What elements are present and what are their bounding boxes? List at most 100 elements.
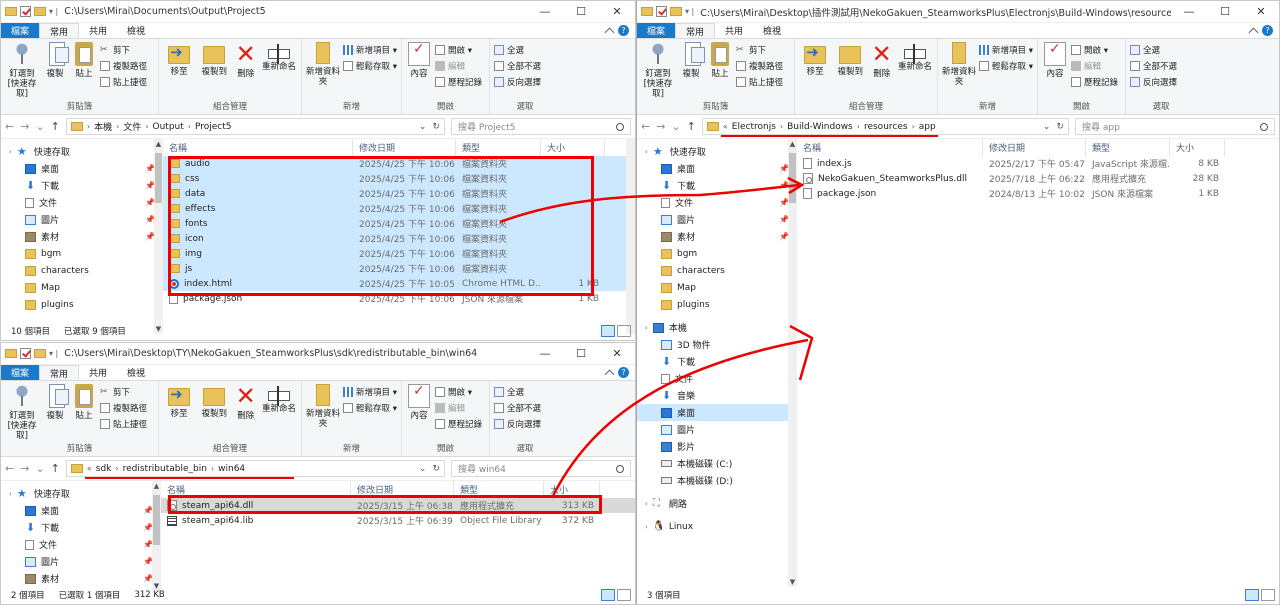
expand-chevron-icon[interactable]: › (9, 148, 12, 156)
select-all-button[interactable]: 全選 (1130, 44, 1177, 56)
tab-file[interactable]: 檔案 (1, 23, 40, 38)
nav-item[interactable]: ⬇ 音樂 (637, 387, 797, 404)
address-input[interactable]: « sdk › redistributable_bin › win64 ⌄ ↻ (65, 460, 445, 479)
recent-icon[interactable]: ⌄ (35, 120, 44, 133)
address-input[interactable]: › 本機 › 文件 › Output › Project5 ⌄ ↻ (65, 118, 445, 135)
nav-item[interactable]: › ★ 快速存取 (1, 143, 163, 160)
tab-view[interactable]: 檢視 (117, 365, 155, 380)
large-icons-view-icon[interactable] (1261, 589, 1275, 601)
nav-item[interactable]: › 本機 (637, 319, 797, 336)
breadcrumb-item[interactable]: Electronjs (732, 122, 776, 132)
forward-icon[interactable]: → (20, 462, 29, 475)
large-icons-view-icon[interactable] (617, 325, 631, 337)
file-row[interactable]: fonts 2025/4/25 下午 10:06 檔案資料夾 (163, 216, 635, 231)
column-name[interactable]: 名稱 (163, 139, 353, 156)
file-row[interactable]: js 2025/4/25 下午 10:06 檔案資料夾 (163, 261, 635, 276)
tab-view[interactable]: 檢視 (117, 23, 155, 38)
forward-icon[interactable]: → (656, 120, 665, 133)
file-row[interactable]: package.json 2024/8/13 上午 10:02 JSON 來源檔… (797, 186, 1279, 201)
nav-item[interactable]: › ⛶ 網路 (637, 495, 797, 512)
edit-button[interactable]: 編輯 (435, 60, 482, 72)
breadcrumb-item[interactable]: resources (864, 122, 908, 132)
nav-item[interactable]: ⬇ 下載 📌 (1, 519, 161, 536)
nav-item[interactable]: plugins (1, 296, 163, 313)
nav-scrollbar[interactable]: ▲ ▼ (152, 481, 161, 591)
nav-item[interactable]: 素材 📌 (1, 228, 163, 245)
help-icon[interactable]: ? (1262, 25, 1273, 36)
tab-file[interactable]: 檔案 (637, 23, 676, 38)
history-button[interactable]: 歷程記錄 (435, 418, 482, 430)
new-folder-quick-icon[interactable] (34, 7, 46, 16)
expand-chevron-icon[interactable]: › (645, 500, 648, 508)
column-date[interactable]: 修改日期 (353, 139, 456, 156)
column-size[interactable]: 大小 (1170, 139, 1225, 156)
maximize-button[interactable]: ☐ (563, 5, 599, 18)
file-row[interactable]: NekoGakuen_SteamworksPlus.dll 2025/7/18 … (797, 171, 1279, 186)
nav-item[interactable]: › ★ 快速存取 (637, 143, 797, 160)
nav-item[interactable]: 桌面 📌 (1, 160, 163, 177)
file-row[interactable]: steam_api64.lib 2025/3/15 上午 06:39 Objec… (161, 513, 635, 528)
cut-button[interactable]: ✂ 剪下 (100, 44, 147, 56)
new-item-button[interactable]: 新增項目 ▾ (343, 44, 397, 56)
nav-item[interactable]: ⬇ 下載 📌 (637, 177, 797, 194)
nav-item[interactable]: 桌面 📌 (637, 160, 797, 177)
easy-access-button[interactable]: 輕鬆存取 ▾ (343, 402, 397, 414)
up-icon[interactable]: ↑ (51, 462, 60, 475)
nav-item[interactable]: Map (637, 279, 797, 296)
back-icon[interactable]: ← (641, 120, 650, 133)
column-size[interactable]: 大小 (544, 481, 600, 498)
nav-item[interactable]: 本機磁碟 (D:) (637, 472, 797, 489)
new-folder-quick-icon[interactable] (34, 349, 46, 358)
customize-toolbar-icon[interactable]: ▾ | (685, 7, 694, 16)
list-scrollbar[interactable] (626, 139, 635, 334)
nav-item[interactable]: Map (1, 279, 163, 296)
invert-selection-button[interactable]: 反向選擇 (1130, 76, 1177, 88)
nav-scrollbar[interactable]: ▲ ▼ (154, 139, 163, 334)
nav-item[interactable]: 素材 📌 (1, 570, 161, 587)
nav-item[interactable]: ⬇ 下載 📌 (1, 177, 163, 194)
recent-icon[interactable]: ⌄ (35, 462, 44, 475)
new-folder-quick-icon[interactable] (670, 7, 682, 16)
file-row[interactable]: img 2025/4/25 下午 10:06 檔案資料夾 (163, 246, 635, 261)
up-icon[interactable]: ↑ (687, 120, 696, 133)
history-button[interactable]: 歷程記錄 (435, 76, 482, 88)
nav-scrollbar[interactable]: ▲ ▼ (788, 139, 797, 587)
select-all-button[interactable]: 全選 (494, 386, 541, 398)
refresh-icon[interactable]: ↻ (432, 122, 440, 132)
help-icon[interactable]: ? (618, 25, 629, 36)
properties-quick-icon[interactable] (656, 6, 667, 17)
tab-view[interactable]: 檢視 (753, 23, 791, 38)
close-button[interactable]: ✕ (599, 347, 635, 360)
nav-item[interactable]: 素材 📌 (637, 228, 797, 245)
breadcrumb-item[interactable]: 文件 (123, 120, 141, 133)
invert-selection-button[interactable]: 反向選擇 (494, 418, 541, 430)
file-row[interactable]: css 2025/4/25 下午 10:06 檔案資料夾 (163, 171, 635, 186)
column-type[interactable]: 類型 (454, 481, 544, 498)
select-none-button[interactable]: 全部不選 (1130, 60, 1177, 72)
easy-access-button[interactable]: 輕鬆存取 ▾ (979, 60, 1033, 72)
nav-item[interactable]: 圖片 📌 (1, 553, 161, 570)
easy-access-button[interactable]: 輕鬆存取 ▾ (343, 60, 397, 72)
cut-button[interactable]: ✂ 剪下 (100, 386, 147, 398)
nav-item[interactable]: 文件 (637, 370, 797, 387)
expand-chevron-icon[interactable]: › (645, 523, 648, 531)
breadcrumb-item[interactable]: 本機 (94, 120, 112, 133)
open-button[interactable]: 開啟 ▾ (435, 44, 482, 56)
minimize-button[interactable]: — (1171, 5, 1207, 18)
column-name[interactable]: 名稱 (161, 481, 351, 498)
close-button[interactable]: ✕ (1243, 5, 1279, 18)
column-name[interactable]: 名稱 (797, 139, 983, 156)
tab-share[interactable]: 共用 (79, 23, 117, 38)
cut-button[interactable]: ✂ 剪下 (736, 44, 783, 56)
address-input[interactable]: « Electronjs › Build-Windows › resources › app… (701, 118, 1069, 137)
breadcrumb-item[interactable]: Output (153, 122, 184, 132)
new-item-button[interactable]: 新增項目 ▾ (979, 44, 1033, 56)
chevron-down-icon[interactable]: ⌄ (419, 464, 427, 474)
file-row[interactable]: steam_api64.dll 2025/3/15 上午 06:38 應用程式擴… (161, 498, 635, 513)
edit-button[interactable]: 編輯 (435, 402, 482, 414)
refresh-icon[interactable]: ↻ (1056, 122, 1064, 132)
nav-item[interactable]: characters (1, 262, 163, 279)
large-icons-view-icon[interactable] (617, 589, 631, 601)
nav-item[interactable]: plugins (637, 296, 797, 313)
nav-item[interactable]: 桌面 (637, 404, 797, 421)
